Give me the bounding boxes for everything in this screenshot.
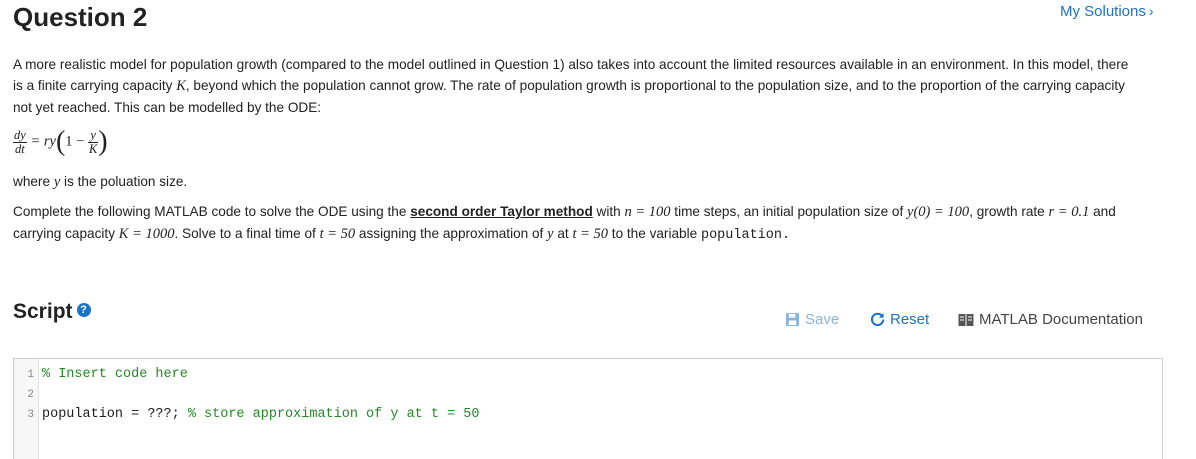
code-line[interactable]: 1 % Insert code here [14, 365, 1162, 385]
y-over-K-fraction: yK [87, 128, 99, 156]
where-paragraph: where y is the poluation size. [13, 171, 1133, 193]
math-K: K [176, 78, 186, 94]
right-paren: ) [98, 126, 108, 157]
ode-rhs: = ry [26, 133, 56, 150]
fraction-numerator: y [87, 128, 99, 143]
math-t-eq: t = 50 [319, 226, 356, 242]
line-number: 1 [27, 369, 34, 381]
save-icon [785, 312, 800, 327]
math-n-eq: n = 100 [624, 204, 671, 220]
task-text: Complete the following MATLAB code to so… [13, 204, 411, 219]
code-editor[interactable]: 1 % Insert code here 2 3 population = ???;… [13, 358, 1163, 459]
where-text: where [13, 174, 54, 189]
code-comment: % Insert code here [42, 367, 188, 382]
code-text: population = ???; [42, 407, 188, 422]
task-text: , growth rate [969, 204, 1049, 219]
script-heading: Script? [13, 300, 91, 324]
left-paren: ( [55, 126, 66, 157]
my-solutions-label: My Solutions [1060, 3, 1146, 20]
taylor-method-link[interactable]: second order Taylor method [410, 204, 593, 219]
save-label: Save [805, 311, 840, 328]
fraction-denominator: dt [15, 141, 25, 156]
my-solutions-link[interactable]: My Solutions › [1060, 3, 1154, 20]
task-text: assigning the approximation of [355, 226, 548, 241]
code-line[interactable]: 2 [14, 385, 1162, 405]
math-t-eq: t = 50 [572, 226, 609, 242]
variable-name: population. [700, 228, 791, 243]
where-suffix: is the poluation size. [60, 174, 188, 189]
line-number: 2 [27, 389, 34, 401]
code-content: population = ???; % store approximation … [42, 405, 479, 425]
question-title: Question 2 [13, 2, 148, 32]
math-y0-eq: y(0) = 100 [907, 204, 970, 220]
code-content: % Insert code here [42, 365, 188, 385]
task-text: to the variable [608, 226, 701, 241]
reset-label: Reset [890, 311, 930, 328]
ode-equation: dy dt = ry(1 − y K) [13, 128, 108, 164]
script-heading-text: Script [13, 300, 73, 323]
task-text: with [592, 204, 625, 219]
task-text: . Solve to a final time of [174, 226, 320, 241]
matlab-documentation-button[interactable]: MATLAB Documentation [958, 311, 1143, 328]
task-text: time steps, an initial population size o… [670, 204, 908, 219]
task-paragraph: Complete the following MATLAB code to so… [13, 201, 1133, 246]
reset-icon [870, 312, 885, 327]
code-line[interactable]: 3 population = ???; % store approximation… [14, 405, 1162, 425]
one-minus: 1 − [65, 133, 88, 150]
book-icon [958, 313, 974, 326]
task-text: at [553, 226, 573, 241]
save-button[interactable]: Save [785, 311, 839, 328]
intro-paragraph: A more realistic model for population gr… [13, 54, 1133, 118]
dy-dt-fraction: dy dt [13, 127, 27, 156]
chevron-right-icon: › [1148, 3, 1154, 19]
documentation-label: MATLAB Documentation [979, 311, 1143, 328]
code-comment: % store approximation of y at t = 50 [187, 407, 480, 422]
math-r-eq: r = 0.1 [1048, 204, 1090, 220]
line-number: 3 [27, 409, 34, 421]
reset-button[interactable]: Reset [870, 311, 929, 328]
fraction-denominator: K [88, 141, 98, 156]
fraction-numerator: dy [13, 127, 27, 143]
question-circle-icon[interactable]: ? [76, 303, 91, 318]
math-K-eq: K = 1000 [118, 226, 175, 242]
